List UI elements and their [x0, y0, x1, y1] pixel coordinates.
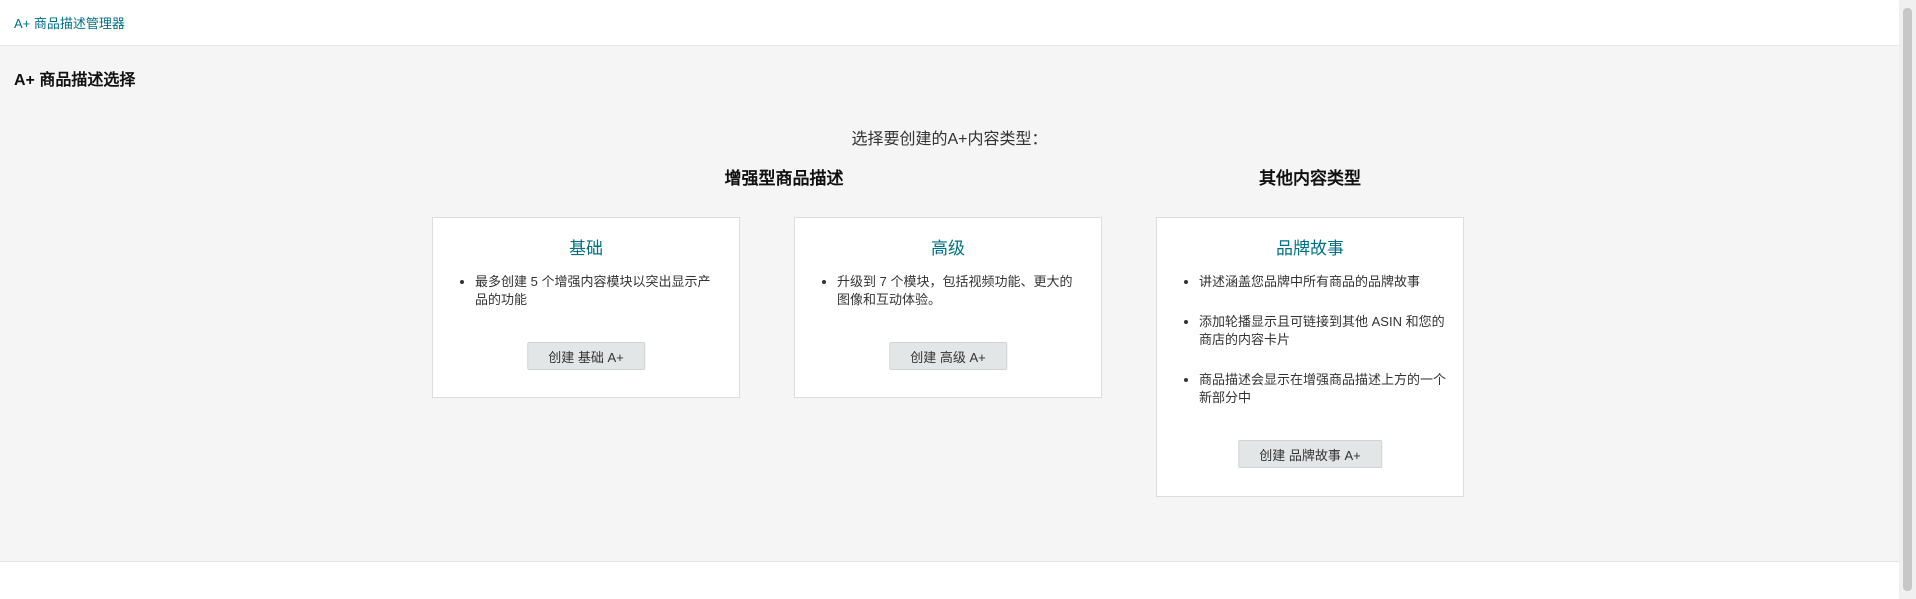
- list-item: 讲述涵盖您品牌中所有商品的品牌故事: [1199, 273, 1447, 291]
- vertical-scrollbar[interactable]: [1899, 0, 1916, 599]
- feature-list: 升级到 7 个模块，包括视频功能、更大的图像和互动体验。: [811, 273, 1085, 309]
- card-title-brand-story: 品牌故事: [1276, 239, 1344, 258]
- create-basic-button[interactable]: 创建 基础 A+: [527, 342, 645, 370]
- feature-list: 最多创建 5 个增强内容模块以突出显示产品的功能: [449, 273, 723, 309]
- card-basic: 基础 最多创建 5 个增强内容模块以突出显示产品的功能 创建 基础 A+: [432, 217, 740, 398]
- list-item: 升级到 7 个模块，包括视频功能、更大的图像和互动体验。: [837, 273, 1085, 309]
- list-item: 添加轮播显示且可链接到其他 ASIN 和您的商店的内容卡片: [1199, 313, 1447, 349]
- scrollbar-thumb[interactable]: [1903, 8, 1912, 591]
- card-title-basic: 基础: [569, 239, 603, 258]
- main-content: A+ 商品描述选择 选择要创建的A+内容类型： 增强型商品描述 其他内容类型 基…: [0, 46, 1899, 562]
- list-item: 商品描述会显示在增强商品描述上方的一个新部分中: [1199, 371, 1447, 407]
- section-heading-enhanced: 增强型商品描述: [724, 169, 844, 188]
- list-item: 最多创建 5 个增强内容模块以突出显示产品的功能: [475, 273, 723, 309]
- card-brand-story: 品牌故事 讲述涵盖您品牌中所有商品的品牌故事 添加轮播显示且可链接到其他 ASI…: [1156, 217, 1464, 497]
- content-type-prompt: 选择要创建的A+内容类型：: [851, 131, 1048, 148]
- create-brand-story-button[interactable]: 创建 品牌故事 A+: [1238, 440, 1382, 468]
- page-title: A+ 商品描述选择: [14, 72, 136, 89]
- card-title-premium: 高级: [931, 239, 965, 258]
- feature-list: 讲述涵盖您品牌中所有商品的品牌故事 添加轮播显示且可链接到其他 ASIN 和您的…: [1173, 273, 1447, 407]
- section-heading-other: 其他内容类型: [1259, 169, 1361, 188]
- breadcrumb-link-content-manager[interactable]: A+ 商品描述管理器: [14, 16, 125, 31]
- breadcrumb: A+ 商品描述管理器: [0, 0, 1899, 46]
- create-premium-button[interactable]: 创建 高级 A+: [889, 342, 1007, 370]
- card-premium: 高级 升级到 7 个模块，包括视频功能、更大的图像和互动体验。 创建 高级 A+: [794, 217, 1102, 398]
